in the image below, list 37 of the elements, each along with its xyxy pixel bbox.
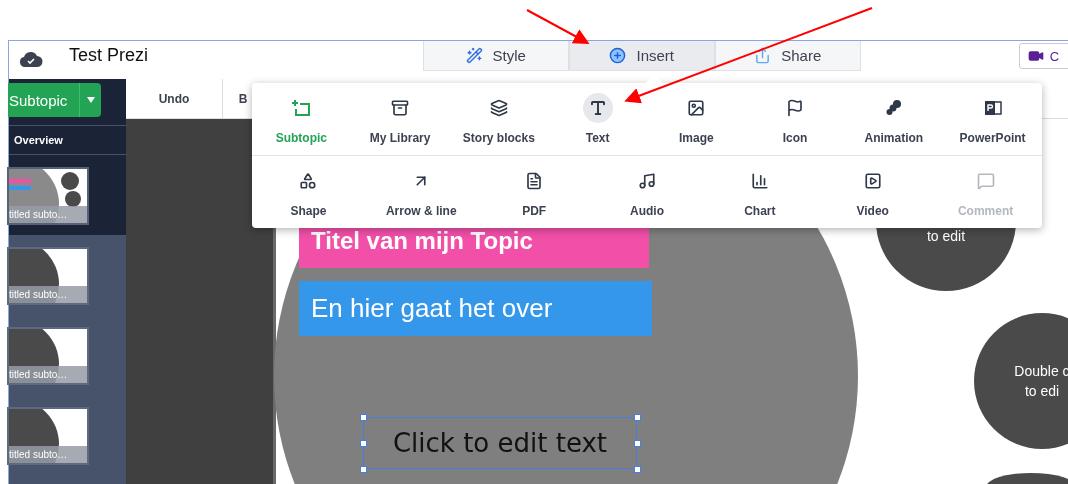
shapes-icon (299, 172, 318, 190)
image-icon (687, 99, 706, 117)
cloud-check-icon (19, 51, 43, 67)
video-camera-icon (1027, 48, 1044, 64)
pdf-file-icon (525, 172, 544, 190)
plus-circle-icon (609, 47, 627, 64)
frame-plus-icon (291, 99, 312, 117)
magic-wand-icon (465, 47, 483, 64)
insert-menu-item[interactable]: My Library (350, 83, 450, 155)
insert-menu-item[interactable]: Image (647, 83, 746, 155)
record-button[interactable]: C (1018, 43, 1068, 69)
slides-file-icon (983, 99, 1002, 117)
share-icon (754, 47, 772, 64)
comment-icon (976, 172, 995, 190)
text-icon (588, 99, 607, 117)
insert-menu-item[interactable]: Video (816, 156, 930, 228)
insert-menu-item[interactable]: Animation (844, 83, 944, 155)
music-note-icon (638, 172, 656, 190)
presentation-title: Test Prezi (69, 45, 150, 66)
top-tab[interactable]: Insert (568, 41, 715, 71)
insert-menu-item[interactable]: Text (548, 83, 647, 155)
animation-icon (884, 99, 903, 117)
insert-menu-item[interactable]: Chart (703, 156, 817, 228)
flag-icon (786, 99, 805, 117)
library-icon (391, 99, 410, 117)
insert-menu-item[interactable]: PowerPoint (943, 83, 1042, 155)
annotation-arrow (526, 9, 590, 44)
video-play-icon (863, 172, 882, 190)
overview-item[interactable]: Overview (9, 125, 126, 155)
top-tab[interactable]: Share (714, 41, 861, 71)
bar-chart-icon (750, 172, 769, 190)
caret-icon (86, 97, 95, 103)
insert-menu-item[interactable]: Icon (745, 83, 845, 155)
top-tab[interactable]: Style (422, 41, 569, 71)
layers-icon (489, 99, 508, 117)
toolbar-button[interactable]: Undo (126, 78, 223, 119)
insert-menu-item[interactable]: Story blocks (449, 83, 549, 155)
